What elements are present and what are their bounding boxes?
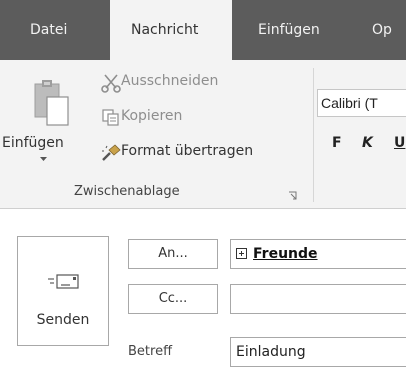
tab-message-label: Nachricht	[131, 22, 199, 38]
tab-insert[interactable]: Einfügen	[258, 0, 320, 60]
compose-header: Senden An... Cc... Betreff Freunde Einla…	[0, 209, 406, 378]
bold-button[interactable]: F	[332, 135, 342, 151]
paste-button[interactable]: Einfügen	[0, 78, 98, 168]
outlook-compose-window: Datei Nachricht Einfügen Op Einfügen Aus…	[0, 0, 406, 378]
paste-icon	[34, 80, 69, 126]
cc-field[interactable]	[230, 284, 406, 314]
font-name-combobox[interactable]: Calibri (T	[317, 89, 406, 117]
recipient-group[interactable]: Freunde	[253, 246, 318, 262]
clipboard-group-label: Zwischenablage	[74, 184, 180, 199]
send-envelope-icon	[48, 274, 79, 289]
cc-button[interactable]: Cc...	[128, 284, 218, 314]
expand-group-icon[interactable]	[236, 247, 247, 259]
paste-label: Einfügen	[2, 135, 64, 151]
italic-button[interactable]: K	[362, 135, 373, 151]
ribbon-tab-bar: Datei Nachricht Einfügen Op	[0, 0, 406, 62]
copy-icon	[102, 109, 119, 126]
to-button[interactable]: An...	[128, 239, 218, 269]
ribbon-group-divider	[313, 68, 314, 202]
send-button[interactable]: Senden	[17, 236, 109, 346]
dropdown-arrow-icon	[40, 157, 47, 161]
tab-options[interactable]: Op	[372, 0, 392, 60]
underline-button[interactable]: U	[394, 135, 405, 151]
subject-field[interactable]: Einladung	[230, 337, 406, 367]
copy-label: Kopieren	[121, 108, 183, 124]
send-label: Senden	[36, 312, 90, 328]
format-painter-icon	[102, 144, 121, 161]
subject-label: Betreff	[128, 344, 173, 359]
to-field[interactable]: Freunde	[230, 239, 406, 269]
ribbon: Einfügen Ausschneiden Kopieren Format üb…	[0, 60, 406, 209]
tab-message[interactable]: Nachricht	[110, 0, 232, 62]
format-painter-label: Format übertragen	[121, 143, 254, 159]
cut-label: Ausschneiden	[121, 73, 219, 89]
cut-icon	[101, 74, 121, 93]
tab-file[interactable]: Datei	[30, 0, 67, 60]
dialog-launcher-icon[interactable]	[288, 191, 298, 201]
